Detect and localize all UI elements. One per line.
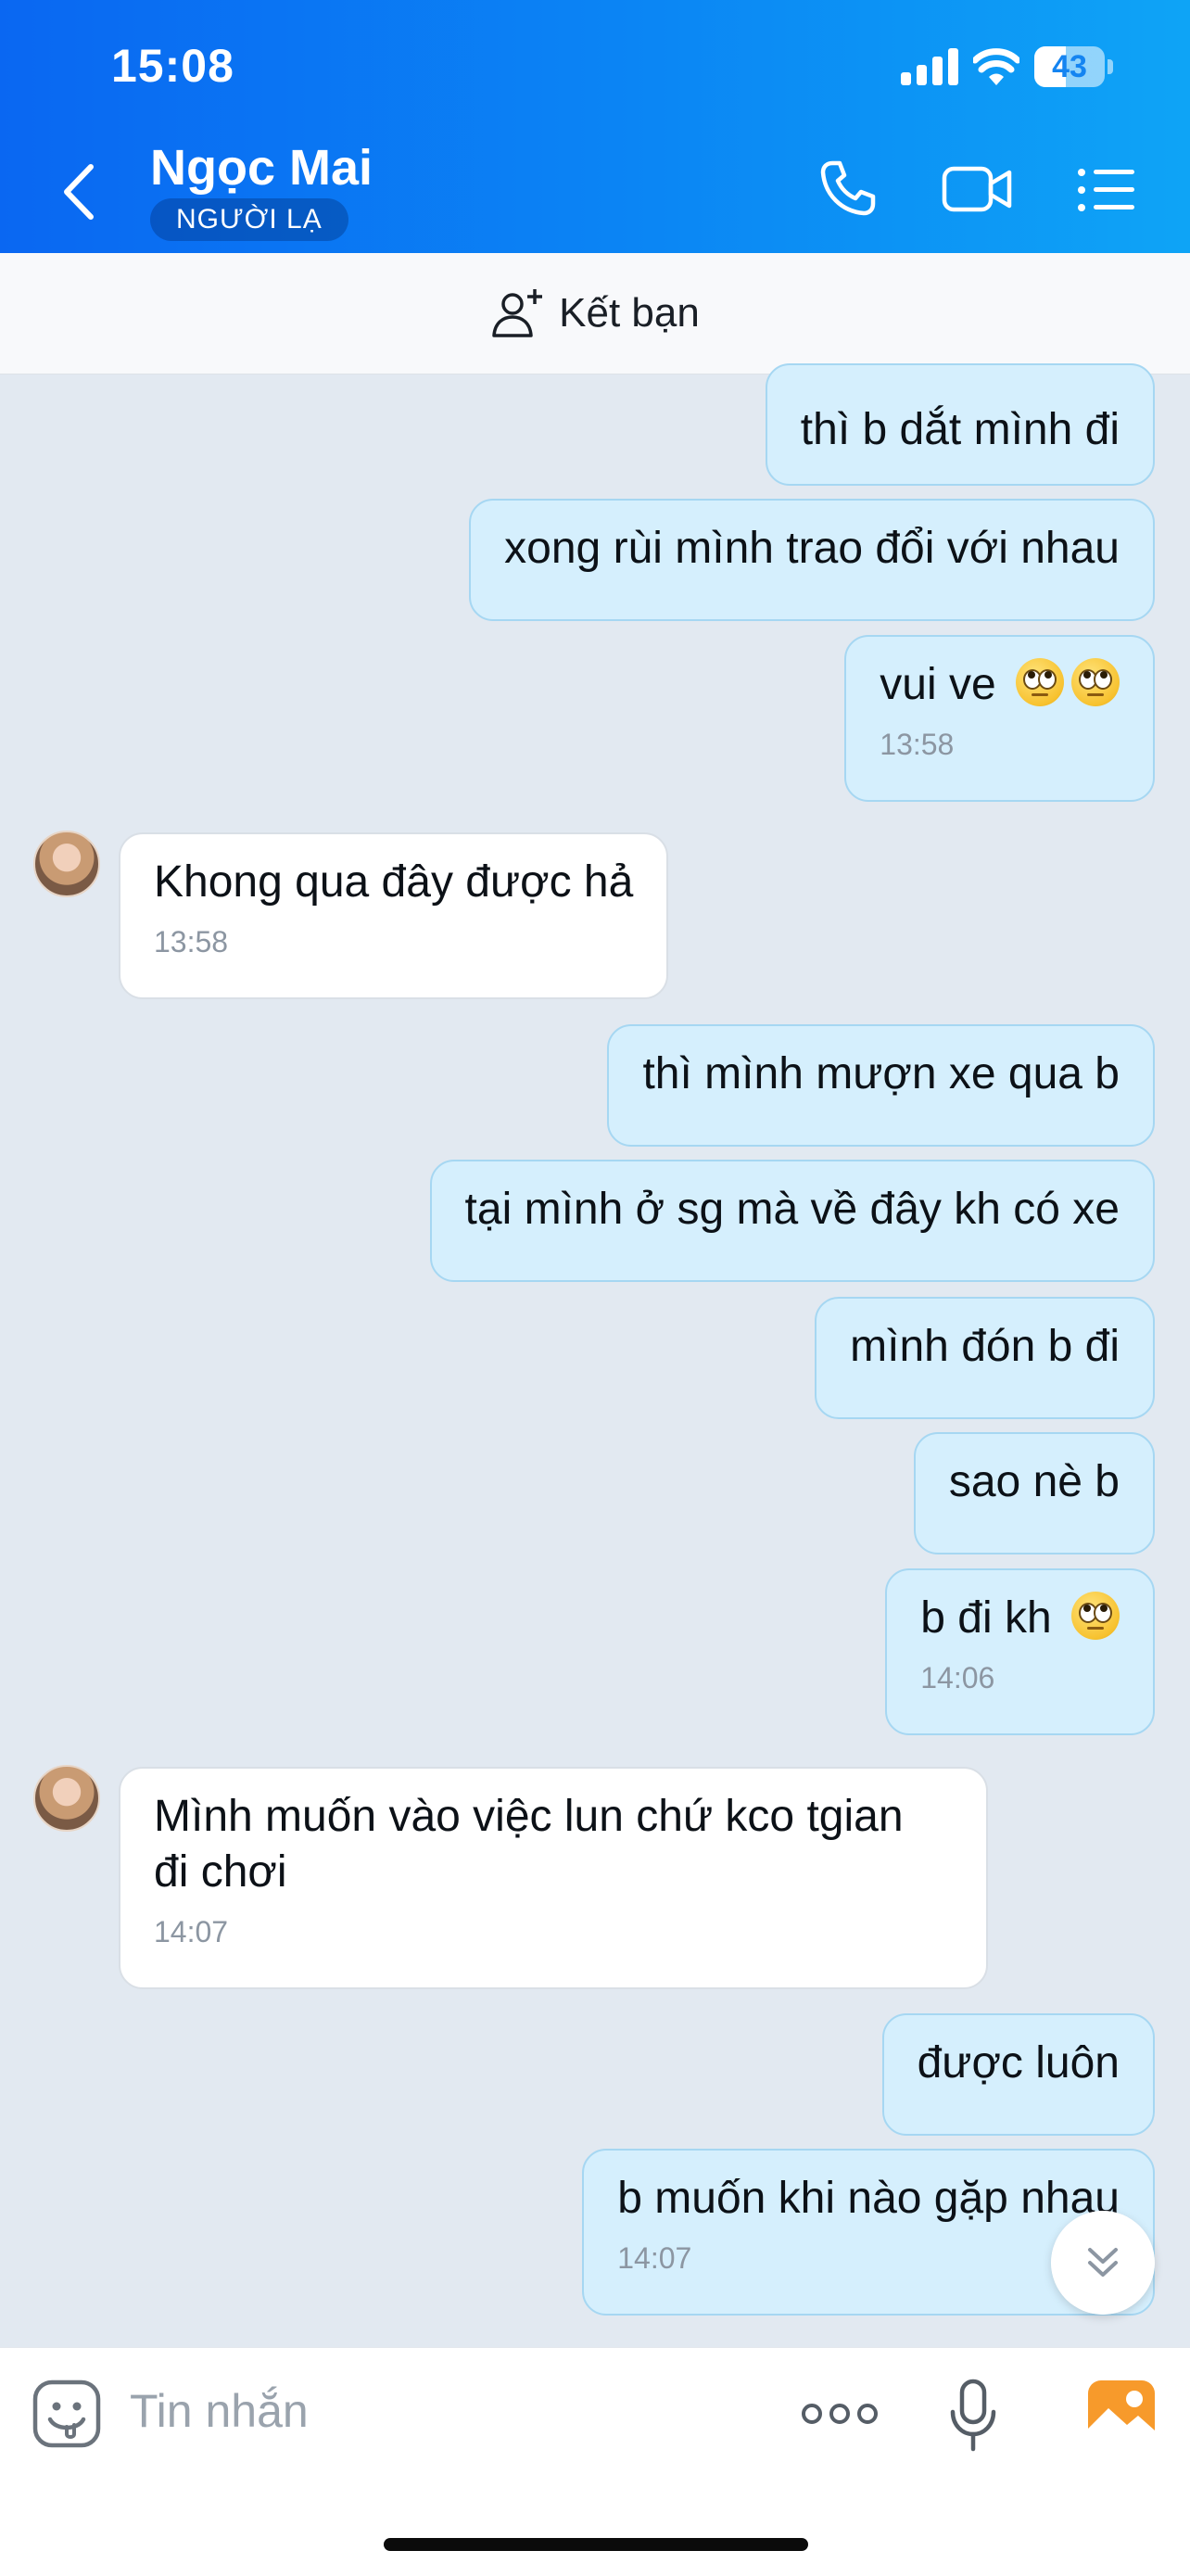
outgoing-message[interactable]: tại mình ở sg mà về đây kh có xe — [429, 1160, 1155, 1282]
home-indicator — [384, 2538, 808, 2551]
eye-roll-emoji-icon — [1071, 658, 1120, 706]
message-time: 14:07 — [617, 2241, 692, 2275]
more-options-button[interactable] — [801, 2397, 879, 2430]
phone-call-button[interactable] — [819, 159, 877, 217]
message-text: thì b dắt mình đi — [800, 405, 1120, 454]
gallery-image-button[interactable] — [1086, 2379, 1157, 2445]
message-text: Mình muốn vào việc lun chứ kco tgian — [154, 1792, 904, 1841]
outgoing-message[interactable]: thì b dắt mình đi — [765, 363, 1155, 486]
message-text: mình đón b đi — [850, 1322, 1120, 1371]
message-text: vui ve — [880, 660, 996, 709]
message-text: xong rùi mình trao đổi với nhau — [504, 524, 1120, 573]
outgoing-message[interactable]: thì mình mượn xe qua b — [607, 1024, 1155, 1147]
message-text: b muốn khi nào gặp nhau — [617, 2174, 1120, 2223]
outgoing-message[interactable]: sao nè b — [913, 1432, 1155, 1554]
add-friend-label: Kết bạn — [559, 290, 700, 336]
back-button[interactable] — [56, 159, 102, 224]
outgoing-message[interactable]: được luôn — [881, 2013, 1155, 2136]
message-text: Khong qua đây được hả — [154, 857, 634, 907]
add-friend-bar[interactable]: Kết bạn — [0, 253, 1190, 374]
outgoing-message[interactable]: xong rùi mình trao đổi với nhau — [469, 499, 1155, 621]
incoming-message[interactable]: Khong qua đây được hả 13:58 — [119, 832, 669, 999]
scroll-to-bottom-button[interactable] — [1051, 2211, 1155, 2315]
cellular-signal-icon — [901, 48, 958, 85]
message-text: tại mình ở sg mà về đây kh có xe — [464, 1185, 1120, 1234]
message-time: 13:58 — [154, 925, 229, 958]
message-text: thì mình mượn xe qua b — [642, 1049, 1120, 1098]
contact-name[interactable]: Ngọc Mai — [150, 139, 373, 197]
battery-icon: 43 — [1034, 46, 1114, 87]
sticker-emoji-button[interactable] — [32, 2379, 102, 2449]
microphone-button[interactable] — [949, 2379, 997, 2453]
message-input[interactable]: Tin nhắn — [130, 2384, 309, 2438]
outgoing-message[interactable]: vui ve 13:58 — [844, 635, 1155, 802]
outgoing-message[interactable]: b đi kh 14:06 — [885, 1568, 1155, 1735]
menu-list-button[interactable] — [1077, 167, 1134, 213]
video-call-button[interactable] — [942, 165, 1012, 213]
message-text: b đi kh — [920, 1593, 1052, 1643]
status-time: 15:08 — [111, 40, 234, 92]
message-text-line2: đi chơi — [154, 1847, 287, 1897]
contact-avatar[interactable] — [33, 1765, 100, 1832]
message-time: 13:58 — [880, 728, 955, 761]
stranger-badge: NGƯỜI LẠ — [150, 198, 348, 241]
contact-avatar[interactable] — [33, 831, 100, 897]
eye-roll-emoji-icon — [1016, 658, 1064, 706]
message-time: 14:07 — [154, 1915, 229, 1948]
message-text: sao nè b — [948, 1457, 1120, 1506]
add-friend-icon — [492, 289, 543, 337]
incoming-message[interactable]: Mình muốn vào việc lun chứ kco tgian đi … — [119, 1767, 988, 1989]
eye-roll-emoji-icon — [1071, 1592, 1120, 1640]
wifi-icon — [973, 48, 1019, 85]
message-time: 14:06 — [920, 1661, 995, 1694]
battery-level: 43 — [1052, 49, 1087, 84]
message-text: được luôn — [917, 2038, 1120, 2087]
outgoing-message[interactable]: mình đón b đi — [815, 1297, 1155, 1419]
